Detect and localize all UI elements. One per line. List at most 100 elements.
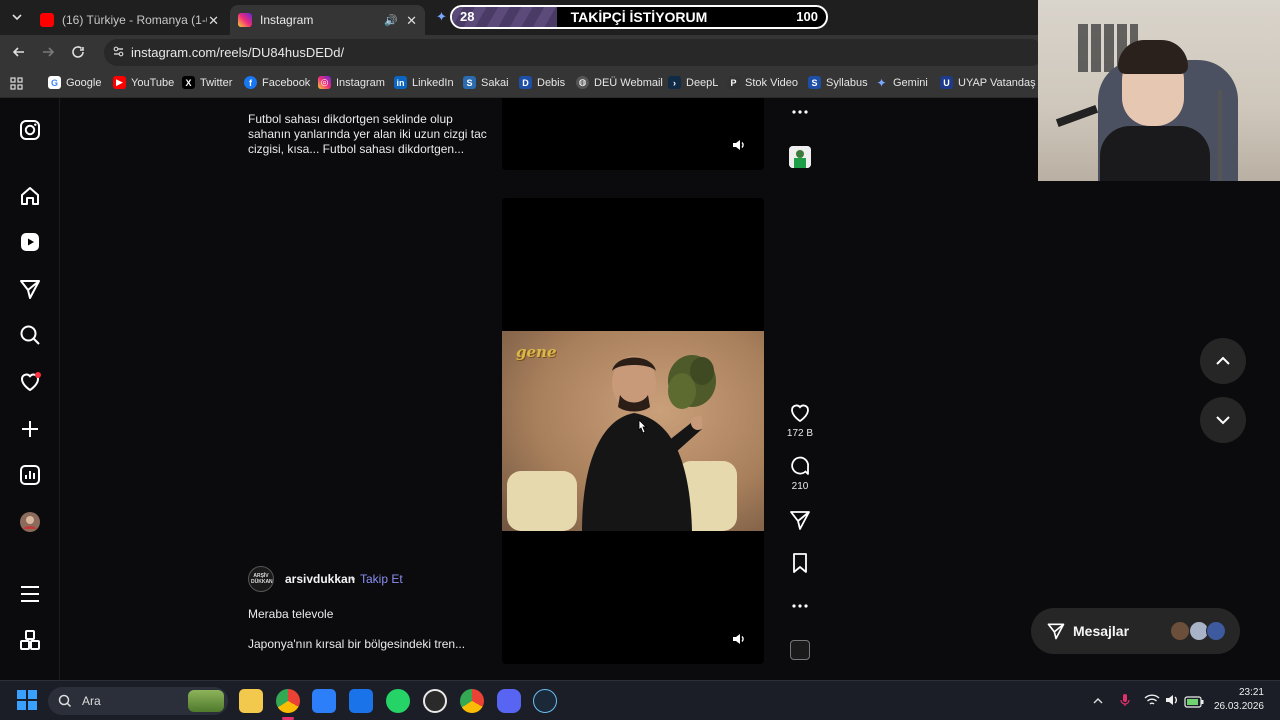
more-options-icon[interactable] [788, 594, 812, 618]
mail-icon[interactable] [349, 689, 373, 713]
webcam-overlay [1038, 0, 1280, 181]
previous-audio-thumbnail[interactable] [789, 146, 811, 168]
bookmark-deu-webmail[interactable]: ◍ DEÜ Webmail [576, 76, 663, 89]
next-reel-button[interactable] [1200, 397, 1246, 443]
chrome-icon[interactable] [276, 689, 300, 713]
search-icon[interactable] [18, 323, 42, 347]
windows-taskbar: Ara 23:21 26.03.2026 [0, 680, 1280, 720]
follow-button[interactable]: Takip Et [360, 572, 403, 586]
previous-reel-video[interactable] [502, 98, 764, 170]
taskbar-search-box[interactable]: Ara [48, 687, 228, 715]
chrome-profile-icon[interactable] [460, 689, 484, 713]
back-icon[interactable] [11, 44, 27, 65]
left-navigation [0, 98, 60, 680]
bookmark-label: LinkedIn [412, 76, 454, 89]
bookmark-label: Gemini [893, 76, 928, 89]
tab-search-chevron-icon[interactable] [10, 10, 24, 24]
mute-speaker-icon[interactable] [731, 631, 747, 647]
uyap-icon: U [940, 76, 953, 89]
apps-grid-icon[interactable] [10, 77, 23, 95]
direct-messages-icon[interactable] [18, 277, 42, 301]
bookmark-label: Stok Video [745, 76, 799, 89]
tab-instagram[interactable]: Instagram 🔊 ✕ [230, 5, 425, 35]
tab-close-icon[interactable]: ✕ [208, 13, 219, 29]
save-bookmark-icon[interactable] [788, 551, 812, 575]
battery-icon[interactable] [1184, 695, 1204, 713]
microphone-icon[interactable] [1119, 693, 1131, 712]
bookmark-sakai[interactable]: S Sakai [463, 76, 509, 89]
bookmark-google[interactable]: G Google [48, 76, 101, 89]
clock-time[interactable]: 23:21 [1220, 687, 1264, 698]
mouse-cursor-icon [636, 419, 648, 440]
file-explorer-icon[interactable] [239, 689, 263, 713]
chevron-down-icon [1216, 416, 1230, 425]
bookmark-instagram[interactable]: ◎ Instagram [318, 76, 385, 89]
follower-goal-text: TAKİPÇİ İSTİYORUM [570, 9, 708, 25]
bookmark-debis[interactable]: D Debis [519, 76, 565, 89]
bookmark-syllabus[interactable]: S Syllabus [808, 76, 868, 89]
previous-reel-button[interactable] [1200, 338, 1246, 384]
bookmark-label: UYAP Vatandaş [958, 76, 1036, 89]
volume-icon[interactable] [1165, 693, 1179, 712]
reload-icon[interactable] [70, 44, 86, 65]
home-icon[interactable] [18, 184, 42, 208]
opera-gx-icon[interactable] [423, 689, 447, 713]
current-reel-video[interactable]: gene [502, 198, 764, 664]
author-username[interactable]: arsivdukkan [285, 572, 355, 586]
bookmark-gemini[interactable]: ✦ Gemini [875, 76, 928, 90]
discord-icon[interactable] [497, 689, 521, 713]
mute-speaker-icon[interactable] [731, 137, 747, 153]
bookmark-label: DeepL [686, 76, 719, 89]
bookmark-label: YouTube [131, 76, 175, 89]
tab-close-icon[interactable]: ✕ [406, 13, 417, 29]
chevron-up-icon [1216, 356, 1230, 365]
bookmark-deepl[interactable]: › DeepL [668, 76, 718, 89]
site-info-icon[interactable] [112, 45, 125, 61]
clock-date[interactable]: 26.03.2026 [1210, 701, 1264, 712]
also-from-meta-icon[interactable] [18, 628, 42, 652]
profile-avatar[interactable] [18, 510, 42, 534]
bookmark-label: Twitter [200, 76, 233, 89]
bookmark-youtube[interactable]: ▶ YouTube [113, 76, 174, 89]
messages-button[interactable]: Mesajlar [1031, 608, 1240, 654]
address-bar[interactable]: instagram.com/reels/DU84husDEDd/ [104, 39, 1044, 66]
instagram-logo-icon[interactable] [18, 118, 42, 142]
gemini-sparkle-icon[interactable]: ✦ [436, 9, 447, 25]
microphone-arm [1055, 105, 1099, 127]
menu-hamburger-icon[interactable] [18, 582, 42, 606]
instagram-favicon-icon [238, 13, 252, 27]
audio-thumbnail[interactable] [790, 640, 810, 660]
bookmark-stok-video[interactable]: P Stok Video [727, 76, 798, 89]
show-hidden-icons-chevron-icon[interactable] [1092, 694, 1104, 712]
comment-count: 210 [791, 481, 809, 492]
previous-reel-caption[interactable]: Futbol sahası dikdortgen seklinde olup s… [248, 112, 488, 157]
share-icon[interactable] [788, 508, 812, 532]
like-heart-icon[interactable] [788, 401, 812, 425]
microsoft-store-icon[interactable] [312, 689, 336, 713]
windows-start-icon[interactable] [16, 689, 40, 713]
author-avatar-text: ARŞİV DÜKKAN [251, 573, 273, 585]
follower-goal-banner: 28 TAKİPÇİ İSTİYORUM 100 [450, 5, 828, 29]
notifications-heart-icon[interactable] [18, 370, 42, 394]
more-options-icon[interactable] [788, 100, 812, 124]
bookmark-linkedin[interactable]: in LinkedIn [394, 76, 454, 89]
forward-icon[interactable] [40, 44, 56, 65]
reel-caption[interactable]: Japonya'nın kırsal bir bölgesindeki tren… [248, 637, 465, 651]
create-plus-icon[interactable] [18, 417, 42, 441]
wifi-icon[interactable] [1144, 693, 1160, 712]
reels-icon[interactable] [18, 230, 42, 254]
bookmark-uyap[interactable]: U UYAP Vatandaş [940, 76, 1036, 89]
author-separator: • [351, 572, 356, 586]
bookmark-twitter[interactable]: X Twitter [182, 76, 232, 89]
comment-icon[interactable] [788, 455, 812, 479]
steam-icon[interactable] [533, 689, 557, 713]
follower-goal-target: 100 [796, 9, 818, 24]
speaker-icon[interactable]: 🔊 [384, 14, 398, 27]
author-avatar[interactable]: ARŞİV DÜKKAN [248, 566, 274, 592]
whatsapp-icon[interactable] [386, 689, 410, 713]
bookmark-facebook[interactable]: f Facebook [244, 76, 310, 89]
tab-youtube[interactable]: (16) Türkiye - Romanya (1-0) M ✕ [32, 5, 227, 35]
tab-youtube-title: (16) Türkiye - Romanya (1-0) M [62, 13, 207, 27]
search-icon [58, 694, 72, 708]
dashboard-icon[interactable] [18, 463, 42, 487]
